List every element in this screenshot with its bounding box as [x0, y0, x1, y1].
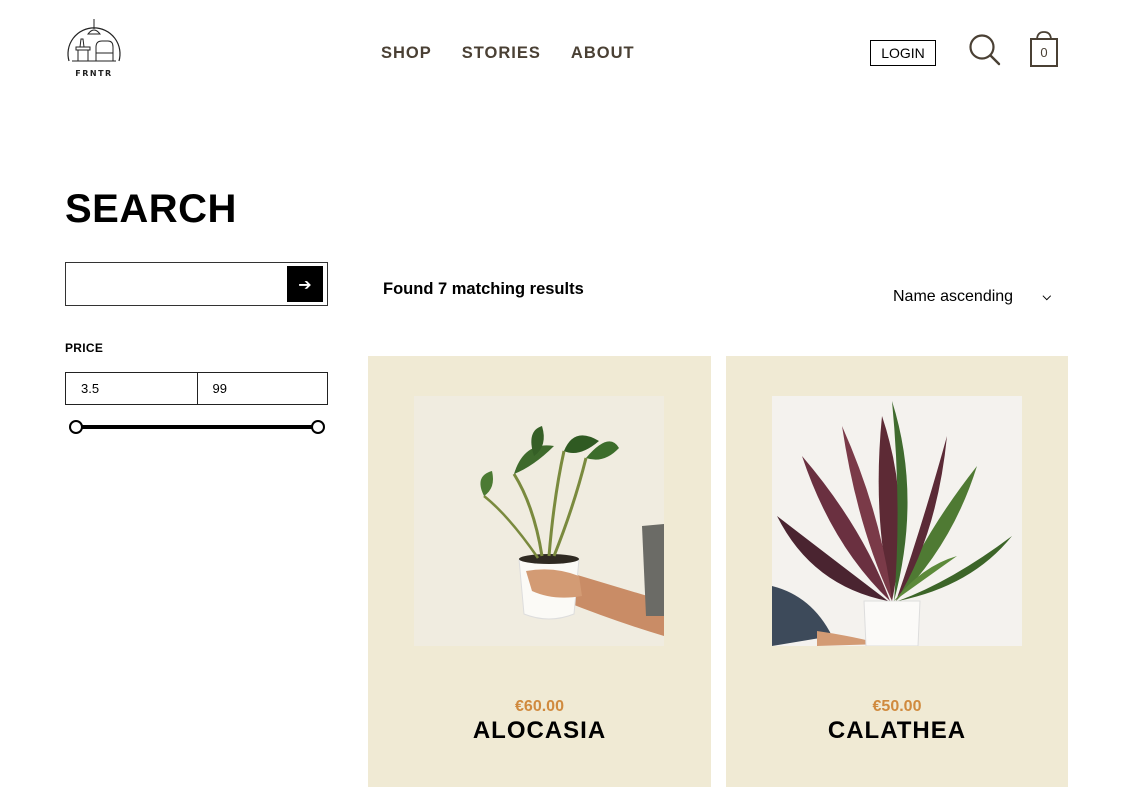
cart-count: 0 — [1040, 45, 1048, 60]
cart-button[interactable]: 0 — [1029, 30, 1059, 68]
sort-value: Name ascending — [893, 288, 1014, 305]
product-name: ALOCASIA — [472, 717, 607, 744]
price-max-input[interactable] — [196, 373, 327, 404]
product-price: €50.00 — [872, 698, 922, 715]
brand-name: FRNTR — [75, 69, 113, 78]
slider-handle-min[interactable] — [69, 420, 83, 434]
search-input[interactable] — [66, 263, 286, 305]
sort-select[interactable]: Name ascending ⌵ — [893, 286, 1053, 308]
price-filter-label: PRICE — [65, 341, 104, 355]
results-count: Found 7 matching results — [383, 280, 584, 298]
nav-item-stories[interactable]: STORIES — [462, 44, 541, 63]
product-card[interactable]: €50.00 CALATHEA — [726, 356, 1068, 787]
nav-item-about[interactable]: ABOUT — [571, 44, 635, 63]
brand-logo[interactable]: FRNTR — [66, 17, 122, 81]
chair-lamp-logo-icon — [67, 19, 121, 62]
price-range-slider[interactable] — [69, 419, 325, 435]
slider-track — [75, 425, 319, 429]
search-box: ➔ — [65, 262, 328, 306]
product-name: CALATHEA — [827, 717, 967, 744]
product-image-alocasia — [414, 396, 664, 646]
price-min-input[interactable] — [66, 373, 197, 404]
slider-handle-max[interactable] — [311, 420, 325, 434]
product-price: €60.00 — [515, 698, 564, 715]
arrow-right-icon: ➔ — [298, 274, 312, 294]
nav-item-shop[interactable]: SHOP — [381, 44, 432, 63]
chevron-down-icon: ⌵ — [1042, 290, 1051, 303]
product-card[interactable]: €60.00 ALOCASIA — [368, 356, 711, 787]
page-title: SEARCH — [65, 187, 237, 231]
product-image-calathea — [772, 396, 1022, 646]
search-icon[interactable] — [968, 33, 1002, 67]
price-range-inputs — [65, 372, 328, 405]
search-submit-button[interactable]: ➔ — [287, 266, 323, 302]
main-nav: SHOP STORIES ABOUT — [381, 44, 635, 63]
login-button[interactable]: LOGIN — [870, 40, 936, 66]
